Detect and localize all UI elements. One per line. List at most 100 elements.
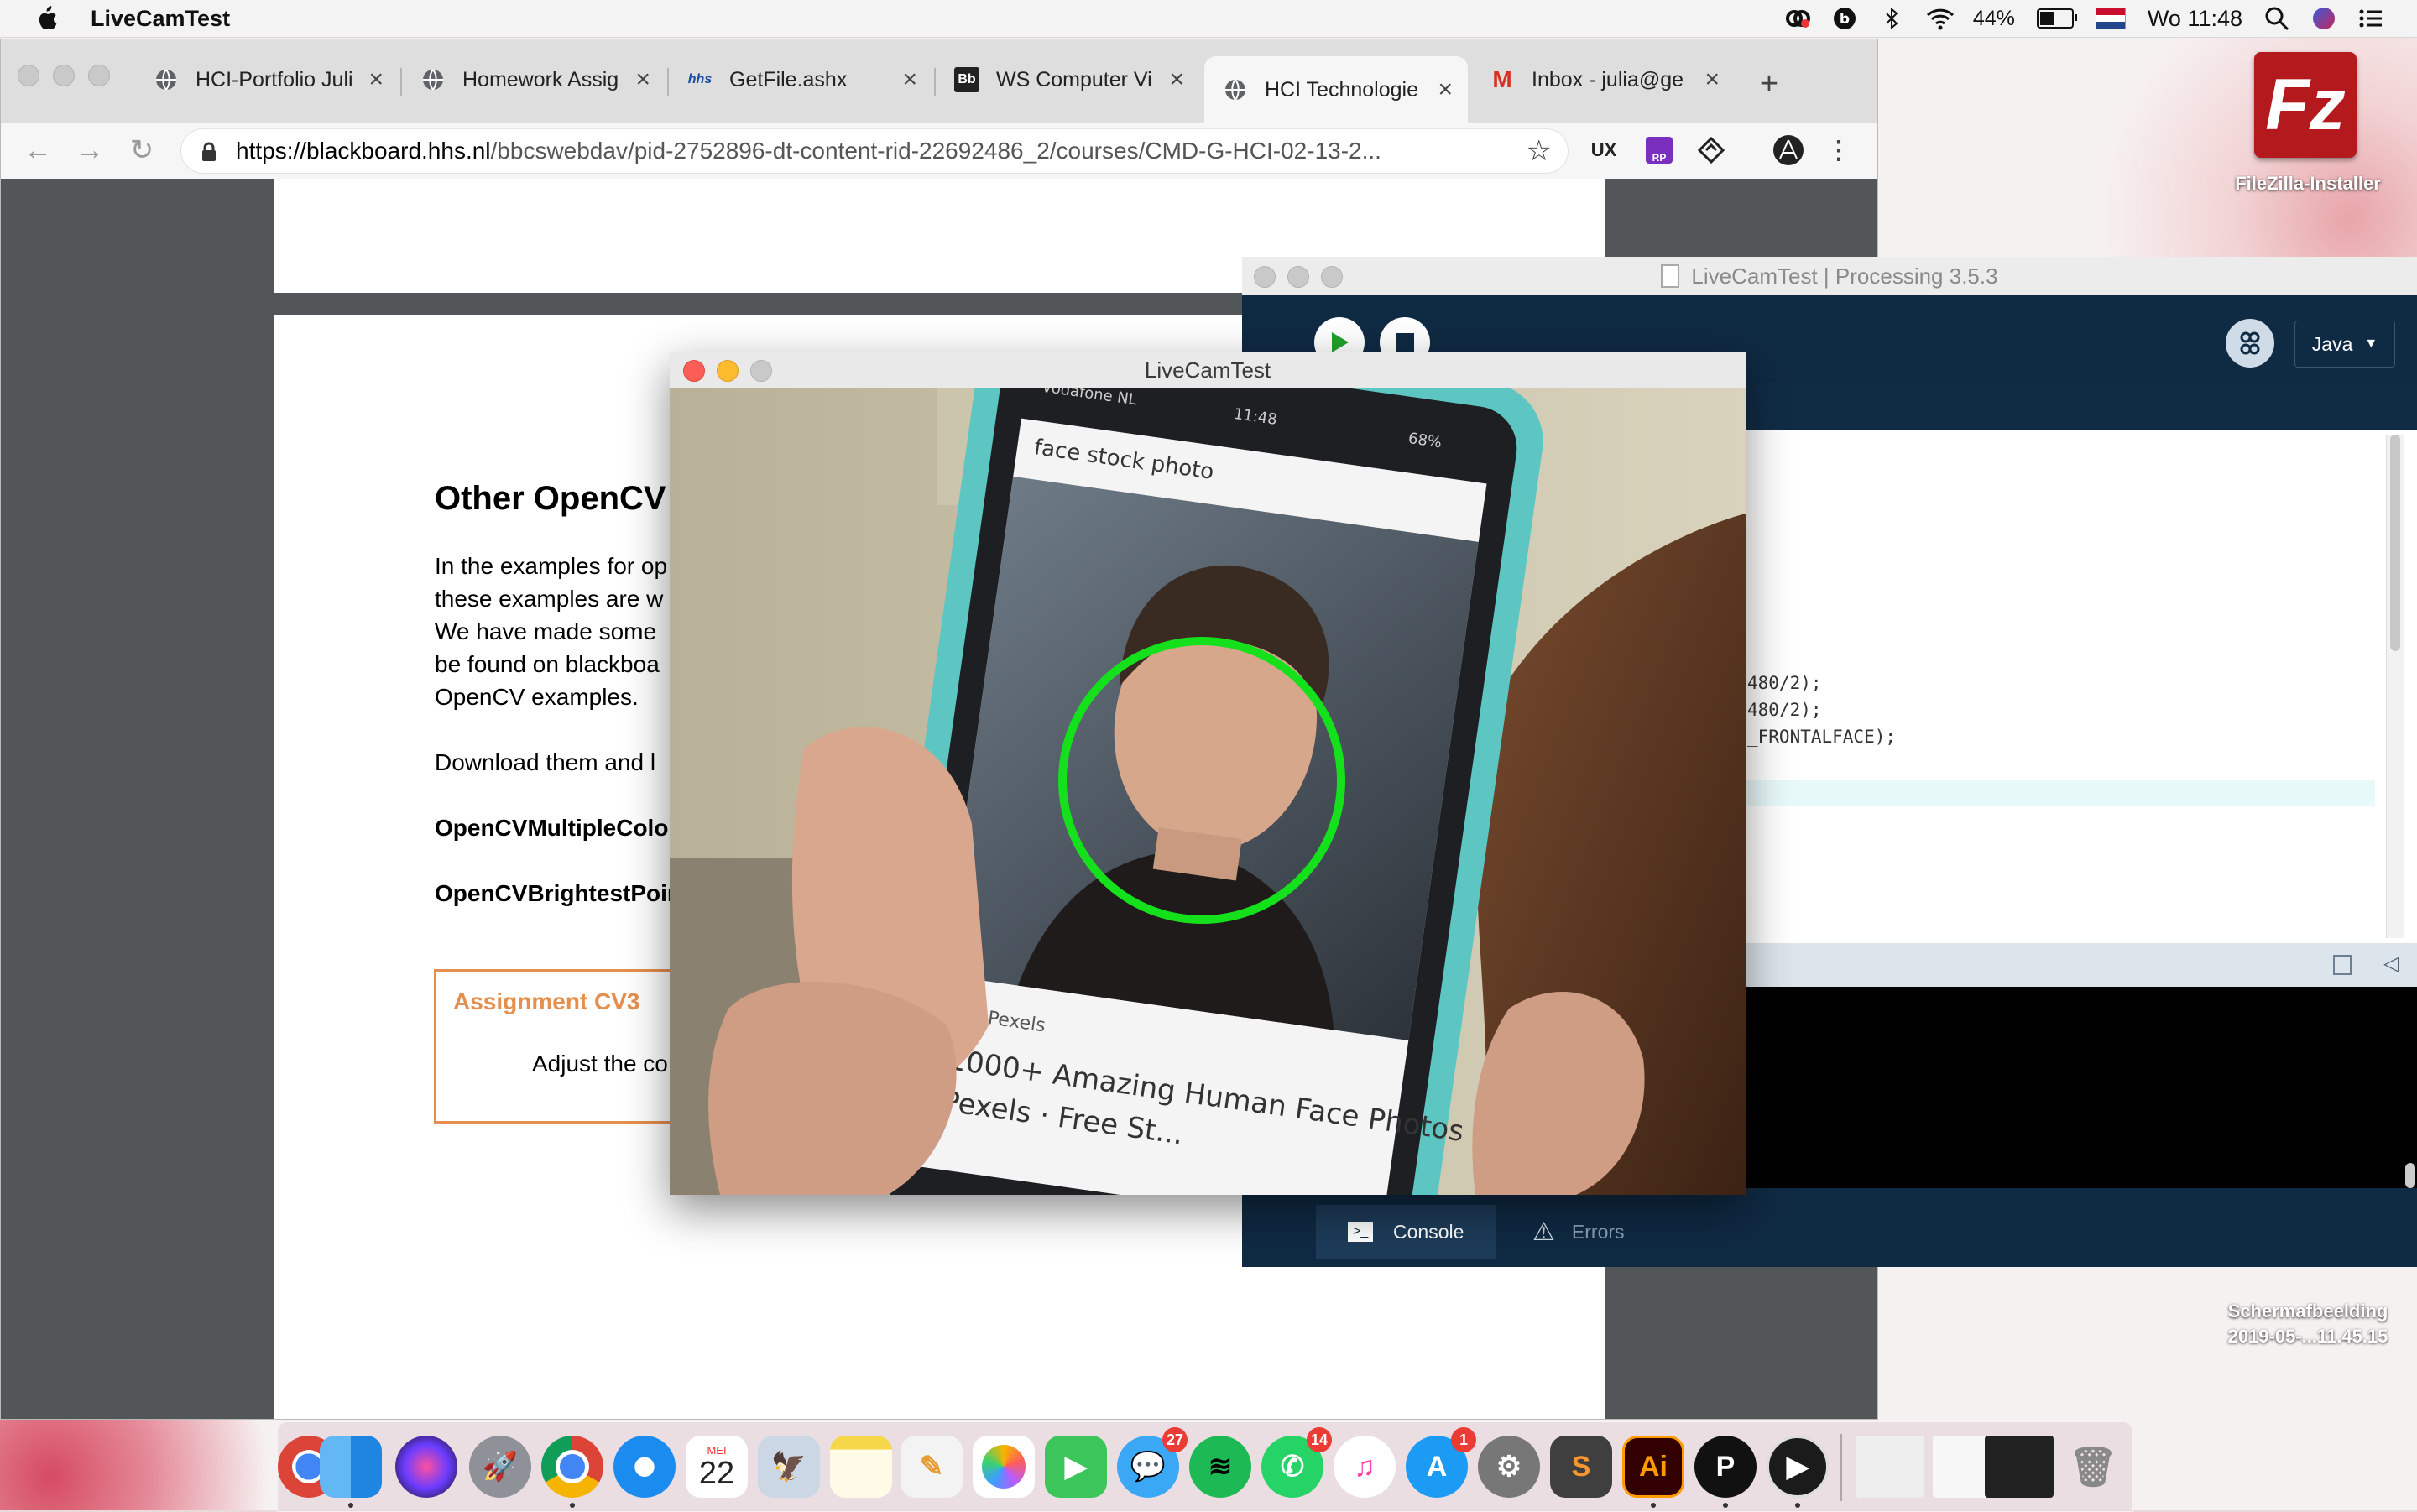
tab-close-icon[interactable]: ×: [1438, 76, 1453, 104]
apple-menu-icon[interactable]: [34, 4, 59, 33]
livecam-dock-icon[interactable]: ▶: [1767, 1436, 1829, 1498]
profile-avatar-icon[interactable]: [1770, 132, 1807, 169]
window-zoom-button[interactable]: [88, 65, 110, 86]
whatsapp-dock-icon[interactable]: ✆ 14: [1261, 1427, 1332, 1498]
messages-dock-icon[interactable]: 💬 27: [1117, 1427, 1188, 1498]
tab-close-icon[interactable]: ×: [1704, 65, 1720, 94]
tab-close-icon[interactable]: ×: [635, 65, 650, 94]
pdf-paragraph-line: OpenCV examples.: [435, 684, 639, 710]
window-minimize-button[interactable]: [1287, 266, 1309, 288]
window-close-button[interactable]: [18, 65, 39, 86]
siri-dock-icon[interactable]: [395, 1436, 457, 1498]
globe-icon: [1223, 77, 1248, 102]
forward-arrow-icon[interactable]: →: [71, 132, 108, 169]
siri-icon[interactable]: [2311, 6, 2336, 31]
tab-close-icon[interactable]: ×: [368, 65, 384, 94]
tab-close-icon[interactable]: ×: [902, 65, 917, 94]
launchpad-dock-icon[interactable]: 🚀: [469, 1436, 531, 1498]
notification-center-icon[interactable]: [2358, 6, 2383, 31]
debug-button[interactable]: [2226, 319, 2274, 368]
mode-selector[interactable]: Java ▼: [2294, 321, 2395, 368]
minimized-window-thumbnail[interactable]: [1985, 1436, 2054, 1498]
spotify-dock-icon[interactable]: ≋: [1189, 1436, 1251, 1498]
tab-hci-technologie[interactable]: HCI Technologie ×: [1204, 56, 1468, 123]
processing-dock-icon[interactable]: P: [1694, 1436, 1757, 1498]
ux-extension-icon[interactable]: UX: [1585, 132, 1622, 169]
window-close-button[interactable]: [683, 360, 705, 382]
filezilla-installer-icon[interactable]: Fz: [2251, 52, 2360, 161]
back-arrow-icon[interactable]: ←: [19, 132, 56, 169]
minimized-window-thumbnail[interactable]: [1856, 1436, 1924, 1498]
gmail-icon: M: [1492, 66, 1512, 92]
rp-extension-icon[interactable]: RP: [1641, 132, 1678, 169]
safari-dock-icon[interactable]: ⊕: [613, 1436, 676, 1498]
tab-console[interactable]: >_ Console: [1316, 1205, 1496, 1259]
processing-title: LiveCamTest | Processing 3.5.3: [1691, 263, 1998, 289]
lock-icon: [201, 141, 217, 161]
bookmark-star-icon[interactable]: ☆: [1527, 134, 1552, 168]
whatsapp-badge: 14: [1307, 1427, 1332, 1452]
window-zoom-button[interactable]: [750, 360, 772, 382]
console-tab-label: Console: [1393, 1220, 1464, 1243]
tab-gmail-inbox[interactable]: M Inbox - julia@ge ×: [1471, 56, 1735, 103]
b-menu-icon[interactable]: b: [1832, 6, 1857, 31]
preview-dock-icon[interactable]: 🦅: [758, 1436, 820, 1498]
finder-dock-icon[interactable]: [320, 1436, 382, 1498]
window-minimize-button[interactable]: [717, 360, 739, 382]
tab-label: Homework Assig: [462, 67, 619, 91]
tab-ws-computer-vision[interactable]: Bb WS Computer Vi ×: [936, 56, 1199, 103]
system-preferences-dock-icon[interactable]: ⚙: [1478, 1436, 1540, 1498]
clock[interactable]: Wo 11:48: [2148, 6, 2242, 32]
calendar-dock-icon[interactable]: MEI 22: [686, 1436, 748, 1498]
filezilla-installer-label[interactable]: FileZilla-Installer: [2207, 171, 2409, 196]
assignment-text: Adjust the co: [532, 1051, 668, 1077]
tab-hci-portfolio[interactable]: HCI-Portfolio Juli ×: [135, 56, 399, 103]
battery-percent[interactable]: 44%: [1973, 7, 2015, 31]
facetime-dock-icon[interactable]: ▶: [1045, 1436, 1107, 1498]
tab-getfile[interactable]: hhs GetFile.ashx ×: [669, 56, 932, 103]
rp-extension-label: RP: [1646, 137, 1673, 164]
window-zoom-button[interactable]: [1321, 266, 1343, 288]
app-name[interactable]: LiveCamTest: [91, 6, 230, 32]
collapse-console-icon[interactable]: ◁: [2383, 952, 2399, 976]
chrome-dock-icon[interactable]: [541, 1436, 603, 1498]
tab-strip: HCI-Portfolio Juli × Homework Assig × hh…: [1, 39, 1877, 123]
menu-bar: LiveCamTest b 44% Wo 11:48: [0, 0, 2417, 38]
spotlight-search-icon[interactable]: [2264, 6, 2289, 31]
illustrator-dock-icon[interactable]: Ai: [1622, 1436, 1684, 1498]
diamond-extension-icon[interactable]: [1693, 132, 1730, 169]
flag-nl-icon[interactable]: [2095, 8, 2126, 29]
tab-homework-assignment[interactable]: Homework Assig ×: [402, 56, 666, 103]
tab-close-icon[interactable]: ×: [1169, 65, 1184, 94]
pages-dock-icon[interactable]: ✎: [901, 1436, 963, 1498]
copy-console-icon[interactable]: [2333, 955, 2352, 975]
tab-label: HCI-Portfolio Juli: [196, 67, 353, 91]
pdf-paragraph-line: these examples are w: [435, 586, 664, 612]
reload-icon[interactable]: ↻: [123, 132, 160, 169]
screenshot-file-label-line1: Schermafbeelding: [2227, 1301, 2388, 1322]
notes-dock-icon[interactable]: [830, 1436, 892, 1498]
address-bar[interactable]: https://blackboard.hhs.nl/bbcswebdav/pid…: [180, 128, 1569, 174]
dock-separator: [1840, 1434, 1842, 1501]
trash-dock-icon[interactable]: 🗑: [2062, 1436, 2124, 1498]
sublime-text-dock-icon[interactable]: S: [1550, 1436, 1612, 1498]
new-tab-button[interactable]: +: [1750, 65, 1788, 103]
errors-tab-label: Errors: [1571, 1220, 1625, 1243]
messages-badge: 27: [1162, 1427, 1188, 1452]
window-close-button[interactable]: [1254, 266, 1276, 288]
itunes-dock-icon[interactable]: ♫: [1334, 1436, 1396, 1498]
app-store-dock-icon[interactable]: A 1: [1406, 1427, 1476, 1498]
tab-errors[interactable]: ⚠ Errors: [1507, 1205, 1650, 1259]
bluetooth-icon[interactable]: [1879, 6, 1904, 31]
menu-extras: b 44% Wo 11:48: [1785, 0, 2383, 37]
tab-label: Inbox - julia@ge: [1532, 67, 1684, 91]
screenshot-file-label[interactable]: Schermafbeelding 2019-05-...11.45.15: [2199, 1299, 2417, 1349]
creative-cloud-icon[interactable]: [1785, 6, 1810, 31]
editor-scrollbar[interactable]: [2386, 435, 2404, 938]
console-scrollbar[interactable]: [2405, 1163, 2415, 1188]
photos-dock-icon[interactable]: [973, 1436, 1035, 1498]
chrome-menu-icon[interactable]: ⋮: [1820, 132, 1857, 169]
wifi-icon[interactable]: [1926, 6, 1954, 31]
window-minimize-button[interactable]: [53, 65, 75, 86]
battery-icon[interactable]: [2036, 8, 2077, 29]
